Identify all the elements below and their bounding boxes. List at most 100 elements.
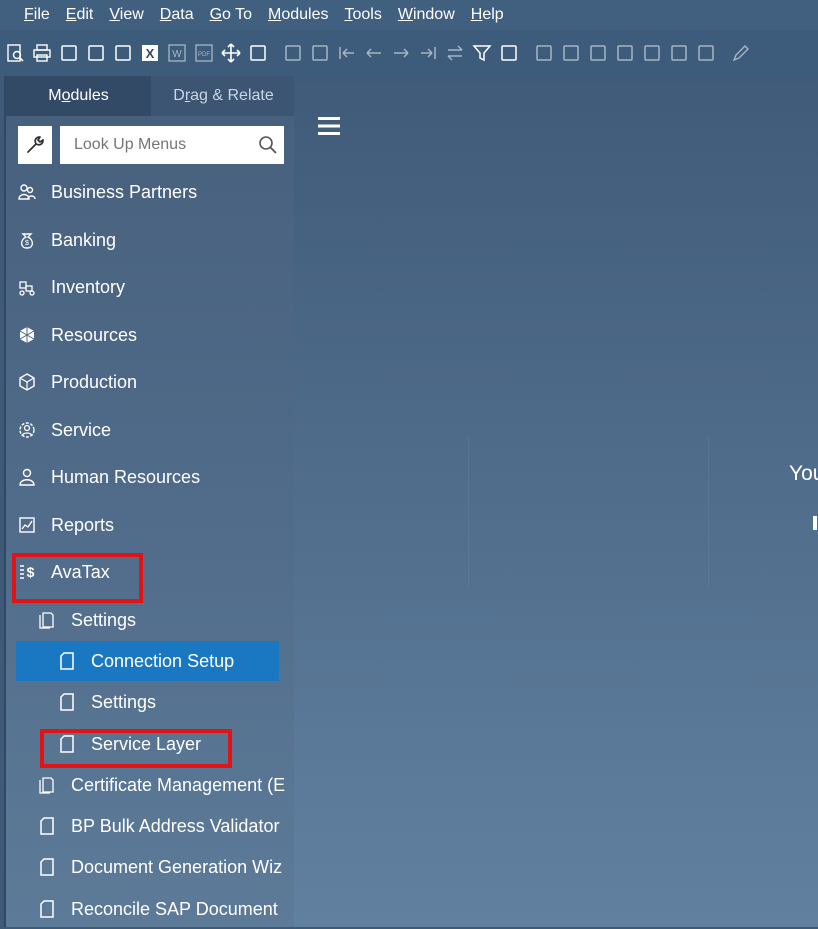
sidebar-item-resources[interactable]: Resources <box>6 315 296 355</box>
sidebar-item-avatax-settings-folder[interactable]: Settings <box>6 600 296 640</box>
svg-text:W: W <box>172 49 182 60</box>
sidebar-item-label: Certificate Management (E <box>71 774 286 795</box>
sidebar-item-avatax-settings[interactable]: Settings <box>6 682 296 722</box>
print-icon[interactable] <box>31 42 53 64</box>
main-workspace: You <box>294 76 818 927</box>
document-icon <box>36 856 58 878</box>
sidebar-item-document-generation-wizard[interactable]: Document Generation Wiz <box>6 847 296 887</box>
toolbar: X W PDF <box>0 30 818 76</box>
production-icon <box>16 371 38 393</box>
folder-documents-icon <box>36 609 58 631</box>
sidebar-item-label: Document Generation Wiz <box>71 856 283 877</box>
menu-file[interactable]: File <box>0 0 58 30</box>
sidebar-item-certificate-management[interactable]: Certificate Management (E <box>6 765 296 805</box>
sidebar-item-label: Business Partners <box>51 181 198 202</box>
move-icon[interactable] <box>220 42 242 64</box>
welcome-text: You <box>789 462 818 485</box>
document-icon <box>36 898 58 920</box>
transaction-journal-icon[interactable] <box>695 42 717 64</box>
sidebar-tabs: Modules Drag & Relate <box>6 76 296 116</box>
document-icon <box>56 691 78 713</box>
edit-icon[interactable] <box>730 42 752 64</box>
send-message-icon[interactable] <box>85 42 107 64</box>
pdf-icon[interactable]: PDF <box>193 42 215 64</box>
wrench-icon[interactable] <box>18 126 52 164</box>
menu-data[interactable]: Data <box>152 0 202 30</box>
modules-sidebar: Modules Drag & Relate Business Partners … <box>4 76 296 927</box>
sidebar-item-label: Inventory <box>51 276 126 297</box>
sidebar-item-inventory[interactable]: Inventory <box>6 267 296 307</box>
sidebar-item-banking[interactable]: $ Banking <box>6 220 296 260</box>
sidebar-item-label: Reports <box>51 514 115 535</box>
tab-drag-relate[interactable]: Drag & Relate <box>151 76 296 116</box>
previous-record-icon[interactable] <box>363 42 385 64</box>
tab-modules[interactable]: Modules <box>6 76 151 116</box>
word-icon[interactable]: W <box>166 42 188 64</box>
sidebar-item-label: Banking <box>51 229 117 250</box>
menu-lookup <box>18 126 284 164</box>
export-icon[interactable] <box>112 42 134 64</box>
sidebar-item-label: BP Bulk Address Validator <box>71 815 280 836</box>
sidebar-item-label: Settings <box>71 609 137 630</box>
sidebar-item-label: Service <box>51 419 112 440</box>
base-document-icon[interactable] <box>533 42 555 64</box>
balance-icon[interactable] <box>641 42 663 64</box>
preview-icon[interactable] <box>4 42 26 64</box>
menu-edit[interactable]: Edit <box>58 0 102 30</box>
document-icon <box>56 650 78 672</box>
menu-help[interactable]: Help <box>463 0 512 30</box>
service-icon <box>16 419 38 441</box>
sidebar-item-human-resources[interactable]: Human Resources <box>6 457 296 497</box>
sidebar-item-label: Human Resources <box>51 466 201 487</box>
menu-bar: File Edit View Data Go To Modules Tools Window H… <box>0 0 818 30</box>
sidebar-item-label: Resources <box>51 324 138 345</box>
svg-text:PDF: PDF <box>198 52 210 58</box>
human-resources-icon <box>16 466 38 488</box>
sort-icon[interactable] <box>498 42 520 64</box>
sidebar-item-label: Connection Setup <box>91 650 235 671</box>
menu-modules[interactable]: Modules <box>260 0 336 30</box>
last-record-icon[interactable] <box>417 42 439 64</box>
filter-icon[interactable] <box>471 42 493 64</box>
panel-divider <box>708 436 709 586</box>
panel-divider <box>468 436 469 586</box>
lookup-menus-input[interactable] <box>72 135 256 155</box>
volume-icon[interactable] <box>668 42 690 64</box>
next-record-icon[interactable] <box>390 42 412 64</box>
target-document-icon[interactable] <box>560 42 582 64</box>
folder-documents-icon <box>36 774 58 796</box>
hamburger-menu-icon[interactable] <box>318 116 340 141</box>
excel-icon[interactable]: X <box>139 42 161 64</box>
sidebar-item-bp-bulk-address-validator[interactable]: BP Bulk Address Validator <box>6 806 296 846</box>
print-preview-icon[interactable] <box>58 42 80 64</box>
svg-text:X: X <box>146 46 155 61</box>
search-icon[interactable] <box>258 135 278 160</box>
form-settings-icon[interactable] <box>247 42 269 64</box>
menu-window[interactable]: Window <box>390 0 463 30</box>
sidebar-item-label: Production <box>51 371 138 392</box>
document-icon <box>36 815 58 837</box>
sidebar-item-connection-setup[interactable]: Connection Setup <box>16 641 279 681</box>
sidebar-item-service[interactable]: Service <box>6 410 296 450</box>
lock-icon[interactable] <box>309 42 331 64</box>
pick-icon[interactable] <box>282 42 304 64</box>
service-layer-highlight-box <box>40 729 232 768</box>
search-box <box>60 126 284 164</box>
menu-view[interactable]: View <box>101 0 151 30</box>
swap-icon[interactable] <box>444 42 466 64</box>
first-record-icon[interactable] <box>336 42 358 64</box>
text-fragment <box>813 516 817 530</box>
payment-means-icon[interactable] <box>614 42 636 64</box>
inventory-icon <box>16 276 38 298</box>
gross-profit-icon[interactable] <box>587 42 609 64</box>
sidebar-item-production[interactable]: Production <box>6 362 296 402</box>
sidebar-item-label: Reconcile SAP Document <box>71 898 278 919</box>
menu-go-to[interactable]: Go To <box>202 0 260 30</box>
avatax-highlight-box <box>12 553 143 603</box>
banking-icon: $ <box>16 229 38 251</box>
menu-tools[interactable]: Tools <box>336 0 389 30</box>
sidebar-item-business-partners[interactable]: Business Partners <box>6 172 296 212</box>
sidebar-item-reports[interactable]: Reports <box>6 505 296 545</box>
sidebar-item-reconcile-sap-document[interactable]: Reconcile SAP Document <box>6 889 296 929</box>
svg-text:$: $ <box>25 240 29 247</box>
